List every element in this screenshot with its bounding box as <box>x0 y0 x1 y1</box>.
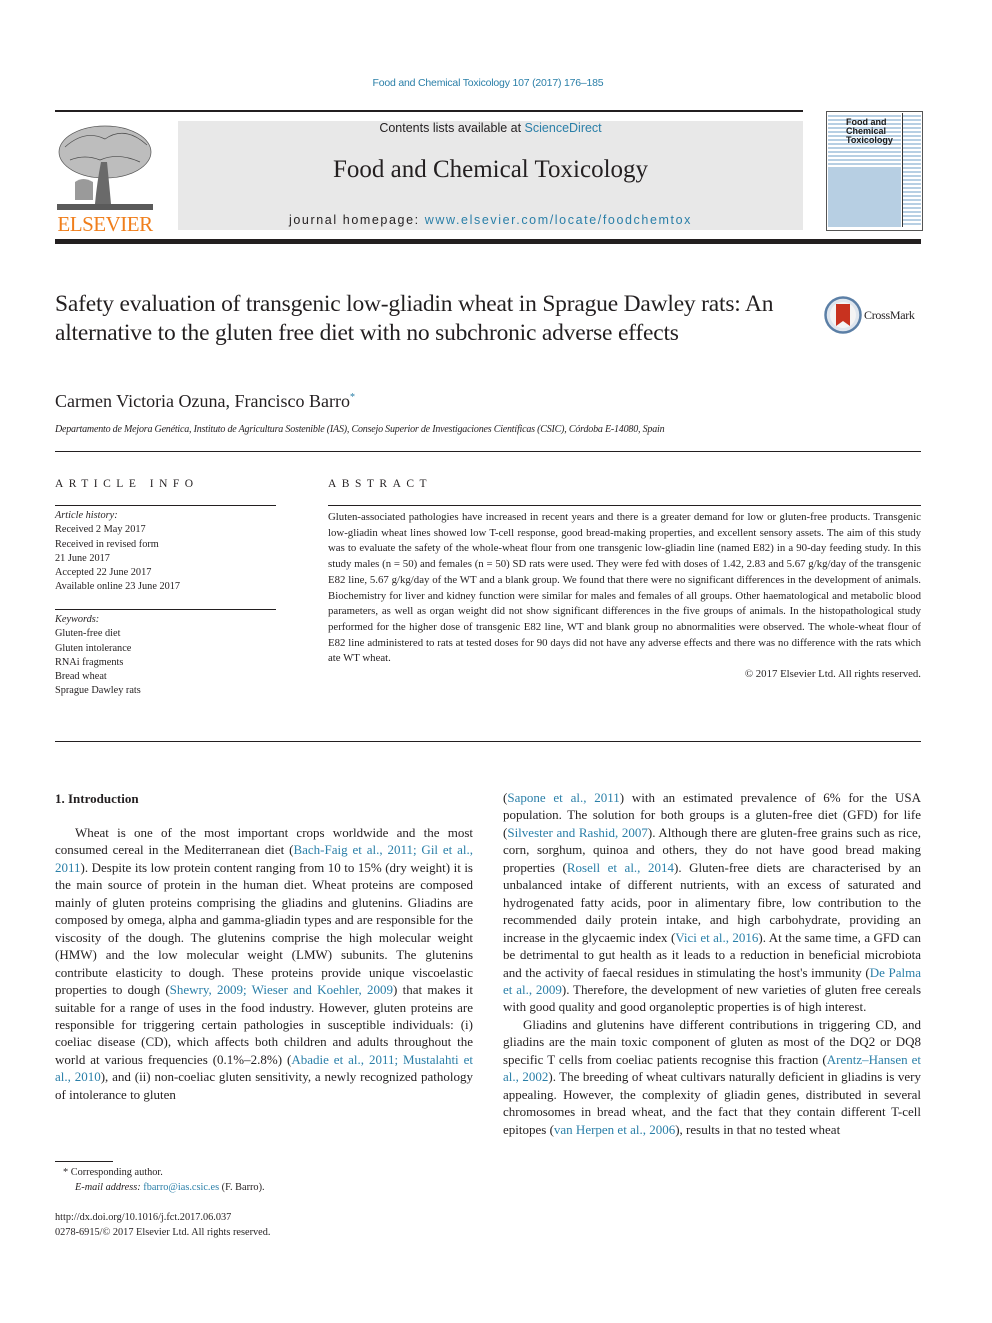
author-list: Carmen Victoria Ozuna, Francisco Barro* <box>55 391 355 412</box>
history-label: Article history: <box>55 510 118 521</box>
citation-link[interactable]: Silvester and Rashid, 2007 <box>507 825 648 840</box>
elsevier-tree-icon <box>57 125 153 210</box>
history-item: Available online 23 June 2017 <box>55 581 181 593</box>
article-history: Article history: Received 2 May 2017 Rec… <box>55 509 276 595</box>
homepage-prefix: journal homepage: <box>288 213 425 227</box>
email-suffix: (F. Barro). <box>219 1182 265 1193</box>
abstract-copyright: © 2017 Elsevier Ltd. All rights reserved… <box>744 668 921 681</box>
keyword-item: RNAi fragments <box>55 656 124 668</box>
cover-sidebar <box>902 113 921 227</box>
homepage-link[interactable]: www.elsevier.com/locate/foodchemtox <box>425 213 692 227</box>
journal-banner: Contents lists available at ScienceDirec… <box>178 121 803 230</box>
footnote-rule <box>55 1161 113 1162</box>
email-footnote: E-mail address: fbarro@ias.csic.es (F. B… <box>75 1180 265 1195</box>
doi-link[interactable]: http://dx.doi.org/10.1016/j.fct.2017.06.… <box>55 1210 231 1225</box>
authors-text: Carmen Victoria Ozuna, Francisco Barro <box>55 391 350 411</box>
corresponding-author-marker[interactable]: * <box>350 392 355 403</box>
history-item: Accepted 22 June 2017 <box>55 567 152 579</box>
intro-paragraph-2: Gliadins and glutenins have different co… <box>503 1016 921 1138</box>
intro-paragraph-1-continued: (Sapone et al., 2011) with an estimated … <box>503 789 921 1016</box>
journal-reference-link[interactable]: Food and Chemical Toxicology 107 (2017) … <box>0 77 976 89</box>
keyword-item: Gluten-free diet <box>55 628 121 640</box>
keywords-rule <box>55 609 276 610</box>
left-column: Wheat is one of the most important crops… <box>55 824 473 1103</box>
header-bottom-rule <box>55 239 921 244</box>
email-link[interactable]: fbarro@ias.csic.es <box>143 1182 219 1193</box>
corresponding-footnote: * Corresponding author. <box>63 1165 163 1180</box>
history-item: Received in revised form <box>55 538 159 550</box>
abstract-bottom-rule <box>55 741 921 742</box>
keyword-item: Bread wheat <box>55 671 107 683</box>
elsevier-logo[interactable]: ELSEVIER <box>53 120 155 236</box>
article-info-heading: ARTICLE INFO <box>55 478 199 490</box>
journal-cover-thumbnail[interactable]: Food and Chemical Toxicology <box>826 111 923 231</box>
affiliation-rule <box>55 451 921 452</box>
body-text: ). Despite its low protein content rangi… <box>55 859 473 998</box>
crossmark-button[interactable]: CrossMark <box>824 296 924 336</box>
affiliation: Departamento de Mejora Genética, Institu… <box>55 424 665 435</box>
keywords-label: Keywords: <box>55 614 100 625</box>
article-info-rule <box>55 505 276 506</box>
citation-link[interactable]: Shewry, 2009; Wieser and Koehler, 2009 <box>170 982 393 997</box>
abstract-rule <box>328 505 921 506</box>
corresponding-label: Corresponding author. <box>70 1167 163 1178</box>
keyword-item: Sprague Dawley rats <box>55 685 141 697</box>
abstract-body: Gluten-associated pathologies have incre… <box>328 510 921 683</box>
keyword-item: Gluten intolerance <box>55 642 132 654</box>
journal-name: Food and Chemical Toxicology <box>332 156 649 183</box>
keywords: Keywords: Gluten-free diet Gluten intole… <box>55 613 276 699</box>
cover-title-line: Toxicology <box>846 135 893 145</box>
email-label: E-mail address: <box>75 1182 141 1193</box>
body-text: ). Therefore, the development of new var… <box>503 981 921 1015</box>
section-heading-introduction: 1. Introduction <box>55 791 139 806</box>
crossmark-icon <box>824 296 862 334</box>
contents-line: Contents lists available at ScienceDirec… <box>178 121 803 135</box>
homepage-line: journal homepage: www.elsevier.com/locat… <box>178 213 803 227</box>
abstract-heading: ABSTRACT <box>328 478 433 490</box>
sciencedirect-link[interactable]: ScienceDirect <box>525 121 602 135</box>
history-item: Received 2 May 2017 <box>55 524 146 536</box>
citation-link[interactable]: van Herpen et al., 2006 <box>554 1122 675 1137</box>
article-title: Safety evaluation of transgenic low-glia… <box>55 291 774 346</box>
cover-title: Food and Chemical Toxicology <box>846 118 893 145</box>
citation-link[interactable]: Rosell et al., 2014 <box>567 860 674 875</box>
citation-link[interactable]: Vici et al., 2016 <box>675 930 758 945</box>
crossmark-label: CrossMark <box>864 308 915 322</box>
elsevier-wordmark: ELSEVIER <box>57 212 153 236</box>
issn-copyright: 0278-6915/© 2017 Elsevier Ltd. All right… <box>55 1227 271 1238</box>
header-top-rule <box>55 110 803 112</box>
contents-prefix: Contents lists available at <box>379 121 525 135</box>
intro-paragraph-1: Wheat is one of the most important crops… <box>55 824 473 1103</box>
history-item: 21 June 2017 <box>55 552 110 564</box>
body-text: ), results in that no tested wheat <box>675 1121 841 1137</box>
abstract-text: Gluten-associated pathologies have incre… <box>328 511 921 665</box>
body-text: ), and (ii) non-coeliac gluten sensitivi… <box>55 1069 473 1102</box>
right-column: (Sapone et al., 2011) with an estimated … <box>503 789 921 1138</box>
footnote-marker: * <box>63 1167 69 1178</box>
citation-link[interactable]: Sapone et al., 2011 <box>507 790 619 805</box>
